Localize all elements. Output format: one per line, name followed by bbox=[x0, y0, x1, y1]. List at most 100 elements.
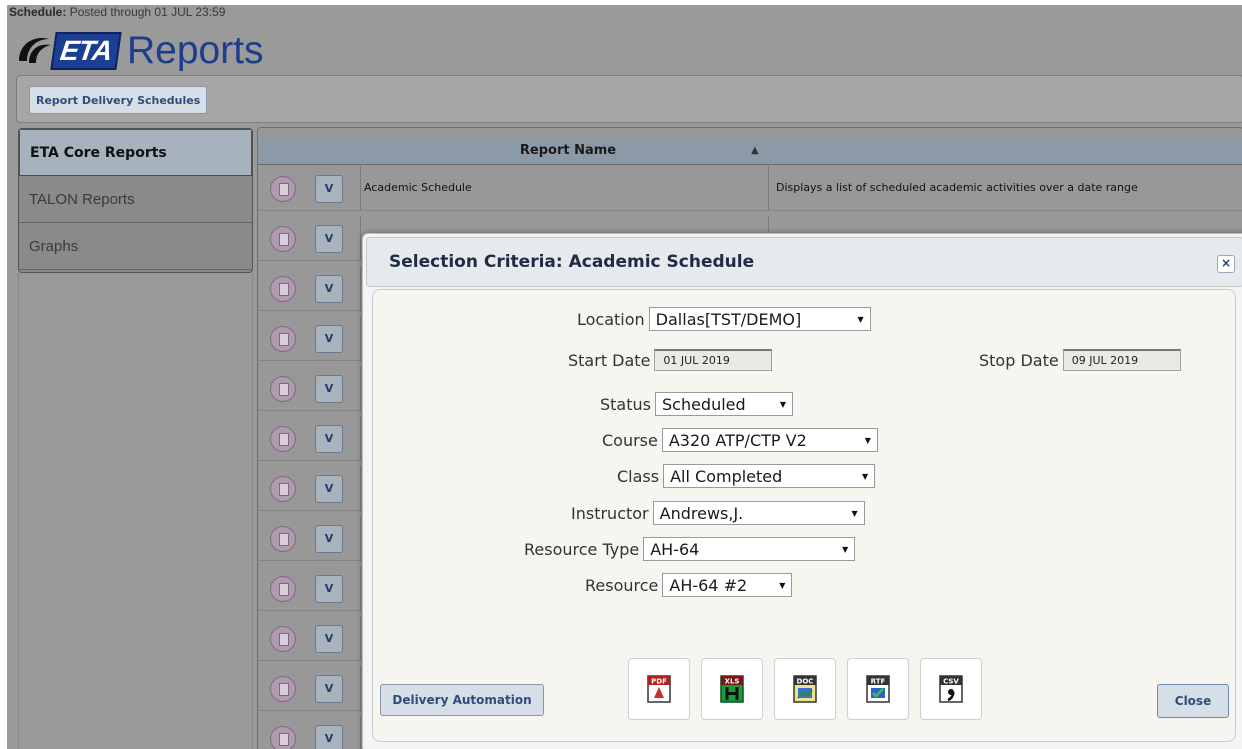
class-label: Class bbox=[617, 466, 660, 486]
row-actions: V bbox=[258, 666, 361, 710]
pdf-icon[interactable] bbox=[270, 626, 296, 652]
chevron-down-icon: ▼ bbox=[779, 399, 786, 409]
svg-text:RTF: RTF bbox=[871, 678, 886, 686]
row-actions: V bbox=[258, 166, 361, 210]
delivery-automation-button[interactable]: Delivery Automation bbox=[380, 684, 544, 716]
chevron-down-icon: ▼ bbox=[851, 508, 858, 518]
report-delivery-schedules-button[interactable]: Report Delivery Schedules bbox=[29, 86, 208, 114]
view-button[interactable]: V bbox=[315, 725, 343, 749]
sidebar-empty-area bbox=[18, 273, 253, 749]
course-value: A320 ATP/CTP V2 bbox=[668, 430, 807, 450]
start-date-label: Start Date bbox=[568, 350, 651, 370]
chevron-down-icon: ▼ bbox=[842, 544, 849, 554]
resource-value: AH-64 #2 bbox=[669, 575, 748, 595]
view-button[interactable]: V bbox=[315, 675, 343, 703]
table-row[interactable]: V Academic Schedule Displays a list of sch… bbox=[258, 166, 1242, 211]
view-button[interactable]: V bbox=[315, 325, 343, 353]
row-actions: V bbox=[258, 266, 361, 310]
pdf-export-icon: PDF bbox=[647, 675, 671, 703]
svg-text:CSV: CSV bbox=[943, 678, 959, 686]
view-button[interactable]: V bbox=[315, 625, 343, 653]
svg-text:PDF: PDF bbox=[651, 678, 667, 686]
pdf-icon[interactable] bbox=[270, 426, 296, 452]
location-value: Dallas[TST/DEMO] bbox=[655, 309, 802, 329]
svg-text:DOC: DOC bbox=[797, 678, 814, 686]
pdf-icon[interactable] bbox=[270, 526, 296, 552]
export-word-button[interactable]: DOC bbox=[774, 658, 836, 720]
sidebar-item-talon-reports[interactable]: TALON Reports bbox=[19, 176, 252, 223]
pdf-icon[interactable] bbox=[270, 326, 296, 352]
export-pdf-button[interactable]: PDF bbox=[628, 658, 690, 720]
status-select[interactable]: Scheduled ▼ bbox=[654, 392, 793, 416]
view-button[interactable]: V bbox=[315, 525, 343, 553]
close-icon[interactable]: × bbox=[1217, 255, 1235, 273]
chevron-down-icon: ▼ bbox=[864, 435, 871, 445]
row-actions: V bbox=[258, 566, 361, 610]
resource-row: Resource AH-64 #2 ▼ bbox=[585, 572, 793, 598]
resource-type-select[interactable]: AH-64 ▼ bbox=[643, 537, 856, 561]
pdf-icon[interactable] bbox=[270, 226, 296, 252]
csv-export-icon: CSV bbox=[939, 675, 963, 703]
instructor-value: Andrews,J. bbox=[659, 503, 744, 523]
stop-date-row: Stop Date 09 JUL 2019 bbox=[979, 347, 1181, 373]
view-button[interactable]: V bbox=[315, 175, 343, 203]
course-select[interactable]: A320 ATP/CTP V2 ▼ bbox=[661, 428, 878, 452]
instructor-label: Instructor bbox=[571, 503, 649, 523]
status-label: Status bbox=[600, 394, 651, 414]
view-button[interactable]: V bbox=[315, 225, 343, 253]
dialog-titlebar[interactable]: Selection Criteria: Academic Schedule × bbox=[366, 237, 1242, 287]
svg-text:XLS: XLS bbox=[725, 678, 740, 686]
class-value: All Completed bbox=[670, 466, 783, 486]
word-export-icon: DOC bbox=[793, 675, 817, 703]
sidebar-item-eta-core-reports[interactable]: ETA Core Reports bbox=[19, 129, 252, 176]
location-select[interactable]: Dallas[TST/DEMO] ▼ bbox=[648, 307, 871, 331]
start-date-input[interactable]: 01 JUL 2019 bbox=[654, 349, 773, 371]
export-rtf-button[interactable]: RTF bbox=[847, 658, 909, 720]
schedule-status-label: Schedule: bbox=[9, 5, 67, 19]
pdf-icon[interactable] bbox=[270, 676, 296, 702]
pdf-icon[interactable] bbox=[270, 376, 296, 402]
sidebar-item-graphs[interactable]: Graphs bbox=[19, 223, 252, 270]
class-select[interactable]: All Completed ▼ bbox=[663, 464, 876, 488]
view-button[interactable]: V bbox=[315, 375, 343, 403]
stop-date-label: Stop Date bbox=[979, 350, 1059, 370]
row-actions: V bbox=[258, 416, 361, 460]
resource-type-value: AH-64 bbox=[650, 539, 700, 559]
row-actions: V bbox=[258, 366, 361, 410]
stop-date-input[interactable]: 09 JUL 2019 bbox=[1062, 349, 1181, 371]
pdf-icon[interactable] bbox=[270, 476, 296, 502]
selection-criteria-dialog: Selection Criteria: Academic Schedule × … bbox=[362, 233, 1242, 749]
chevron-down-icon: ▼ bbox=[861, 471, 869, 481]
column-header-report-name[interactable]: Report Name bbox=[364, 138, 772, 164]
row-actions: V bbox=[258, 516, 361, 560]
close-button[interactable]: Close bbox=[1157, 684, 1229, 718]
sort-ascending-icon[interactable]: ▲ bbox=[751, 138, 759, 164]
row-actions: V bbox=[258, 466, 361, 510]
app-background: Schedule: Posted through 01 JUL 23:59 ET… bbox=[7, 5, 1242, 749]
row-actions: V bbox=[258, 316, 361, 360]
pdf-icon[interactable] bbox=[270, 576, 296, 602]
view-button[interactable]: V bbox=[315, 475, 343, 503]
export-csv-button[interactable]: CSV bbox=[920, 658, 982, 720]
eta-logo-box: ETA bbox=[50, 32, 122, 70]
course-row: Course A320 ATP/CTP V2 ▼ bbox=[602, 427, 878, 453]
resource-select[interactable]: AH-64 #2 ▼ bbox=[662, 573, 793, 597]
instructor-select[interactable]: Andrews,J. ▼ bbox=[652, 501, 865, 525]
status-row: Status Scheduled ▼ bbox=[600, 391, 793, 417]
pdf-icon[interactable] bbox=[270, 726, 296, 749]
schedule-status: Schedule: Posted through 01 JUL 23:59 bbox=[9, 5, 225, 19]
row-actions: V bbox=[258, 616, 361, 660]
view-button[interactable]: V bbox=[315, 575, 343, 603]
dialog-title: Selection Criteria: Academic Schedule bbox=[389, 252, 755, 272]
class-row: Class All Completed ▼ bbox=[617, 463, 876, 489]
excel-export-icon: XLS bbox=[720, 675, 744, 703]
view-button[interactable]: V bbox=[315, 425, 343, 453]
location-label: Location bbox=[577, 309, 645, 329]
pdf-icon[interactable] bbox=[270, 276, 296, 302]
start-date-row: Start Date 01 JUL 2019 bbox=[568, 347, 773, 373]
view-button[interactable]: V bbox=[315, 275, 343, 303]
pdf-icon[interactable] bbox=[270, 176, 296, 202]
report-category-sidebar: ETA Core Reports TALON Reports Graphs bbox=[18, 128, 253, 273]
chevron-down-icon: ▼ bbox=[779, 580, 786, 590]
export-excel-button[interactable]: XLS bbox=[701, 658, 763, 720]
